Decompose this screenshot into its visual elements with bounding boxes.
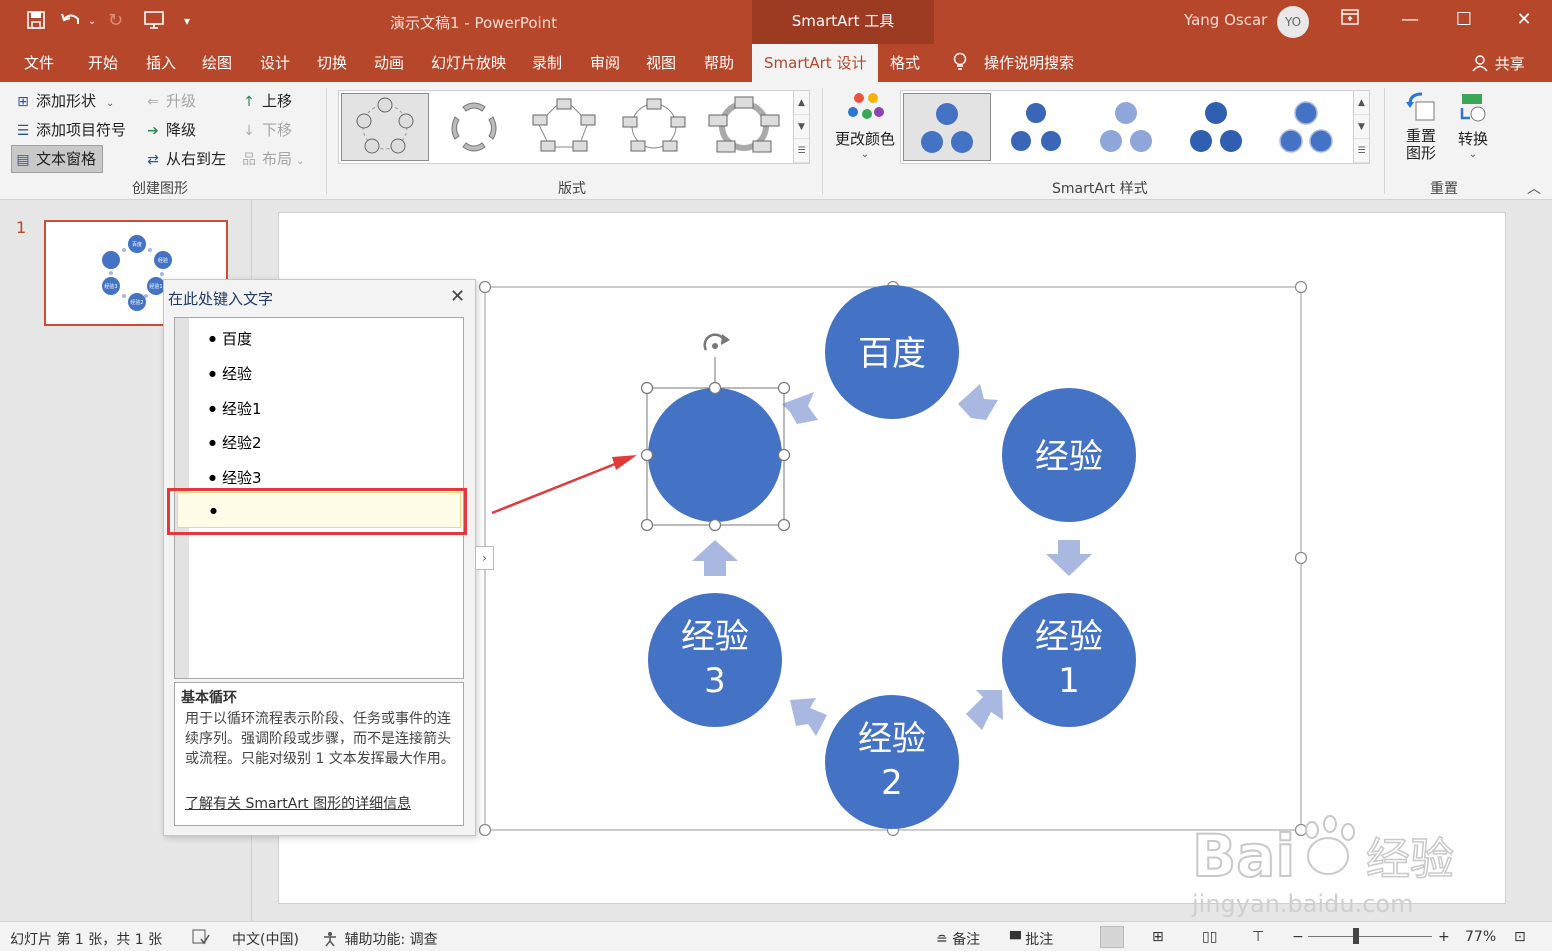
smartart-text-pane: 在此处键入文字 ✕ 百度 经验 经验1 经验2 经验3 基本循环 用于以循环流程… <box>163 279 476 836</box>
text-pane-title: 在此处键入文字 <box>168 290 274 308</box>
layout-description-text: 用于以循环流程表示阶段、任务或事件的连续序列。强调阶段或步骤，而不是连接箭头或流… <box>185 711 455 767</box>
svg-text:Bai: Bai <box>1192 822 1295 890</box>
node-right-lower-label-2: 1 <box>1058 661 1080 701</box>
node-top-label: 百度 <box>858 334 926 374</box>
node-right-lower[interactable] <box>1002 593 1136 727</box>
arrow-top-right <box>958 384 998 420</box>
status-bar: 幻灯片 第 1 张，共 1 张 中文(中国) 辅助功能: 调查 ≘ 备注 ▀ 批… <box>0 921 1552 951</box>
annotation-arrow <box>491 455 637 515</box>
notes-icon: ≘ <box>936 932 948 948</box>
zoom-slider[interactable] <box>1308 936 1432 937</box>
slide-count: 幻灯片 第 1 张，共 1 张 <box>10 932 163 948</box>
svg-text:经验: 经验 <box>1366 834 1454 885</box>
paw-icon <box>1305 815 1355 875</box>
node-bottom-label-2: 2 <box>881 763 903 803</box>
node-left-upper-selected[interactable] <box>648 388 782 522</box>
reading-view-icon[interactable]: ▯▯ <box>1202 929 1217 945</box>
zoom-level[interactable]: 77% <box>1465 929 1496 945</box>
language-indicator[interactable]: 中文(中国) <box>232 929 299 949</box>
list-item[interactable]: 经验2 <box>209 432 262 453</box>
node-left-lower[interactable] <box>648 593 782 727</box>
normal-view-icon[interactable] <box>1100 926 1124 948</box>
rotate-handle-icon[interactable] <box>703 333 730 351</box>
zoom-slider-thumb[interactable] <box>1353 928 1359 944</box>
comment-icon: ▀ <box>1010 932 1021 948</box>
text-pane-toggle-icon[interactable]: › <box>475 546 494 570</box>
annotation-highlight-box <box>167 488 467 535</box>
node-left-lower-label: 经验 <box>681 617 749 657</box>
arrow-left <box>692 540 738 576</box>
list-item[interactable]: 经验 <box>209 363 252 384</box>
layout-name: 基本循环 <box>181 690 237 706</box>
arrow-bottom-right <box>966 690 1003 730</box>
close-icon[interactable]: ✕ <box>450 286 465 307</box>
layout-description: 基本循环 用于以循环流程表示阶段、任务或事件的连续序列。强调阶段或步骤，而不是连… <box>174 682 464 826</box>
node-bottom-label: 经验 <box>858 719 926 759</box>
notes-button[interactable]: ≘ 备注 <box>936 929 980 949</box>
zoom-in-icon[interactable]: + <box>1438 929 1450 945</box>
zoom-out-icon[interactable]: − <box>1292 929 1304 945</box>
accessibility-icon <box>322 932 344 948</box>
slide-sorter-icon[interactable]: ⊞ <box>1152 929 1164 945</box>
list-item[interactable]: 百度 <box>209 328 252 349</box>
list-item[interactable]: 经验3 <box>209 467 262 488</box>
node-right-upper-label: 经验 <box>1035 437 1103 477</box>
learn-more-link[interactable]: 了解有关 SmartArt 图形的详细信息 <box>185 793 411 813</box>
slideshow-view-icon[interactable]: ⊤ <box>1252 929 1264 945</box>
comments-button[interactable]: ▀ 批注 <box>1010 929 1053 949</box>
node-right-lower-label: 经验 <box>1035 617 1103 657</box>
list-item[interactable]: 经验1 <box>209 398 262 419</box>
accessibility-status[interactable]: 辅助功能: 调查 <box>322 929 438 949</box>
node-left-lower-label-2: 3 <box>704 661 726 701</box>
baidu-watermark: Bai 经验 jingyan.baidu.com <box>1191 815 1455 918</box>
arrow-bottom-left <box>790 698 827 736</box>
fit-to-window-icon[interactable]: ⊡ <box>1514 929 1526 945</box>
arrow-right <box>1046 540 1092 576</box>
arrow-top-left <box>782 392 818 424</box>
node-bottom[interactable] <box>825 695 959 829</box>
svg-text:jingyan.baidu.com: jingyan.baidu.com <box>1191 890 1413 918</box>
spellcheck-icon[interactable] <box>192 929 210 949</box>
